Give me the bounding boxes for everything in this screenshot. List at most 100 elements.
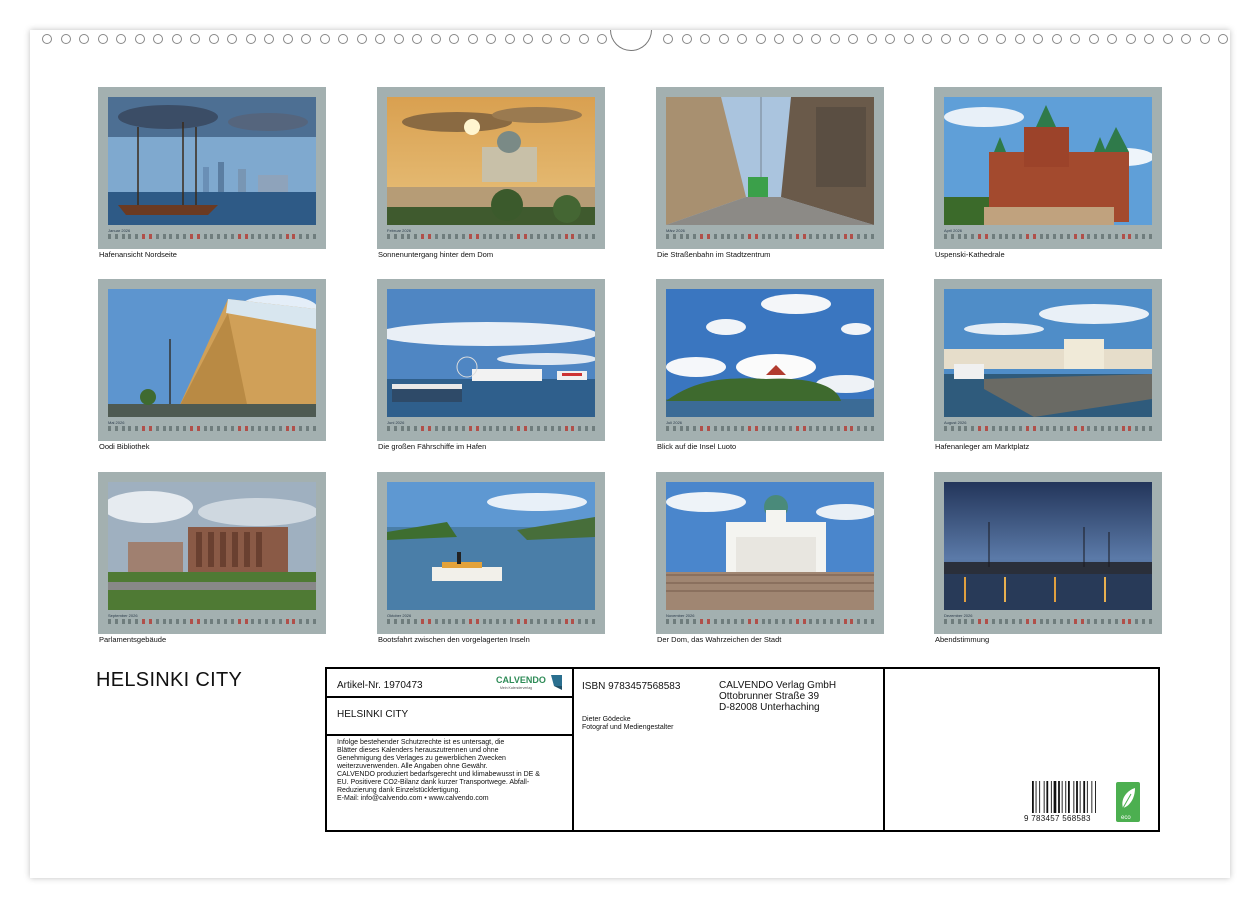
- text-line: Ottobrunner Straße 39: [719, 691, 820, 702]
- binding-ring: [737, 34, 747, 44]
- binding-ring: [1218, 34, 1228, 44]
- uspenski-cathedral-photo: [944, 97, 1152, 225]
- binding-ring: [1033, 34, 1043, 44]
- binding-ring: [430, 34, 441, 44]
- binding-ring: [829, 34, 840, 44]
- month-card: Dezember 2026: [934, 472, 1162, 634]
- binding-ring: [301, 34, 311, 44]
- isbn: ISBN 9783457568583: [582, 681, 681, 692]
- binding-ring: [718, 34, 729, 44]
- author-credit: Dieter Gödecke Fotograf und Mediengestalt…: [582, 716, 673, 732]
- month-label: Oktober 2026: [387, 613, 412, 618]
- month-label: Februar 2026: [387, 228, 412, 233]
- month-card: März 2026: [656, 87, 884, 249]
- barcode-icon: [1032, 781, 1096, 813]
- month-label: November 2026: [666, 613, 695, 618]
- binding-ring: [1014, 34, 1025, 44]
- binding-ring: [208, 34, 219, 44]
- binding-ring: [245, 34, 256, 44]
- binding-ring: [578, 34, 589, 44]
- binding-ring: [811, 34, 821, 44]
- ferries-harbor-photo: [387, 289, 595, 417]
- month-card: Mai 2026: [98, 279, 326, 441]
- day-strip: [387, 619, 595, 625]
- month-caption: Oodi Bibliothek: [99, 442, 150, 451]
- month-caption: Der Dom, das Wahrzeichen der Stadt: [657, 635, 782, 644]
- month-caption: Die großen Fährschiffe im Hafen: [378, 442, 487, 451]
- article-number: Artikel-Nr. 1970473: [337, 680, 423, 691]
- tram-street-photo: [666, 97, 874, 225]
- binding-ring: [171, 34, 182, 44]
- binding-ring: [1051, 34, 1062, 44]
- info-divider: [883, 669, 885, 830]
- binding-ring: [1070, 34, 1080, 44]
- text-line: EU. Positivere CO2-Bilanz dank kurzer Tr…: [337, 779, 530, 786]
- binding-ring: [755, 34, 766, 44]
- binding-ring: [597, 34, 607, 44]
- month-caption: Die Straßenbahn im Stadtzentrum: [657, 250, 771, 259]
- month-caption: Bootsfahrt zwischen den vorgelagerten In…: [378, 635, 530, 644]
- binding-ring: [338, 34, 348, 44]
- month-label: Juni 2026: [387, 420, 405, 425]
- binding-ring: [560, 34, 570, 44]
- binding-ring: [412, 34, 422, 44]
- info-rule: [327, 734, 572, 736]
- binding-ring: [134, 34, 145, 44]
- day-strip: [944, 426, 1152, 432]
- svg-text:CALVENDO: CALVENDO: [496, 675, 546, 685]
- info-rule: [327, 696, 572, 698]
- binding-ring: [319, 34, 330, 44]
- month-label: August 2026: [944, 420, 967, 425]
- month-label: Januar 2026: [108, 228, 131, 233]
- binding-ring: [282, 34, 293, 44]
- binding-ring: [393, 34, 404, 44]
- binding-ring: [681, 34, 692, 44]
- month-label: April 2026: [944, 228, 963, 233]
- month-caption: Uspenski-Kathedrale: [935, 250, 1005, 259]
- binding-ring: [848, 34, 858, 44]
- month-caption: Sonnenuntergang hinter dem Dom: [378, 250, 494, 259]
- eco-badge: eco: [1116, 782, 1140, 822]
- month-caption: Hafenansicht Nordseite: [99, 250, 177, 259]
- binding-ring: [375, 34, 385, 44]
- binding-ring: [1107, 34, 1117, 44]
- binding-ring: [504, 34, 515, 44]
- binding-ring: [356, 34, 367, 44]
- day-strip: [108, 234, 316, 240]
- month-card: Februar 2026: [377, 87, 605, 249]
- day-strip: [944, 619, 1152, 625]
- svg-text:eco: eco: [1121, 815, 1131, 821]
- binding-ring: [1162, 34, 1173, 44]
- binding-ring: [700, 34, 710, 44]
- calendar-title: HELSINKI CITY: [96, 669, 243, 691]
- binding-ring: [116, 34, 126, 44]
- leaf-icon: eco: [1121, 788, 1135, 821]
- month-caption: Hafenanleger am Marktplatz: [935, 442, 1030, 451]
- boat-trip-photo: [387, 482, 595, 610]
- day-strip: [666, 619, 874, 625]
- binding-ring: [663, 34, 673, 44]
- month-label: Mai 2026: [108, 420, 125, 425]
- binding-ring: [1144, 34, 1154, 44]
- luoto-island-photo: [666, 289, 874, 417]
- evening-harbor-photo: [944, 482, 1152, 610]
- binding-ring: [227, 34, 237, 44]
- month-caption: Blick auf die Insel Luoto: [657, 442, 737, 451]
- binding-ring: [79, 34, 89, 44]
- oodi-library-photo: [108, 289, 316, 417]
- binding-ring: [153, 34, 163, 44]
- month-label: März 2026: [666, 228, 685, 233]
- text-line: CALVENDO produziert bedarfsgerecht und k…: [337, 771, 540, 778]
- day-strip: [387, 426, 595, 432]
- text-line: weiterzuverwenden. Alle Angaben ohne Gew…: [337, 763, 488, 770]
- binding-ring: [1088, 34, 1099, 44]
- binding-ring: [1199, 34, 1210, 44]
- binding-ring: [866, 34, 877, 44]
- binding-ring: [774, 34, 784, 44]
- text-line: CALVENDO Verlag GmbH: [719, 680, 837, 691]
- text-line: Genehmigung des Verlages zu gewerblichen…: [337, 755, 506, 762]
- binding-ring: [486, 34, 496, 44]
- month-card: April 2026: [934, 87, 1162, 249]
- month-label: Dezember 2026: [944, 613, 973, 618]
- parliament-building-photo: [108, 482, 316, 610]
